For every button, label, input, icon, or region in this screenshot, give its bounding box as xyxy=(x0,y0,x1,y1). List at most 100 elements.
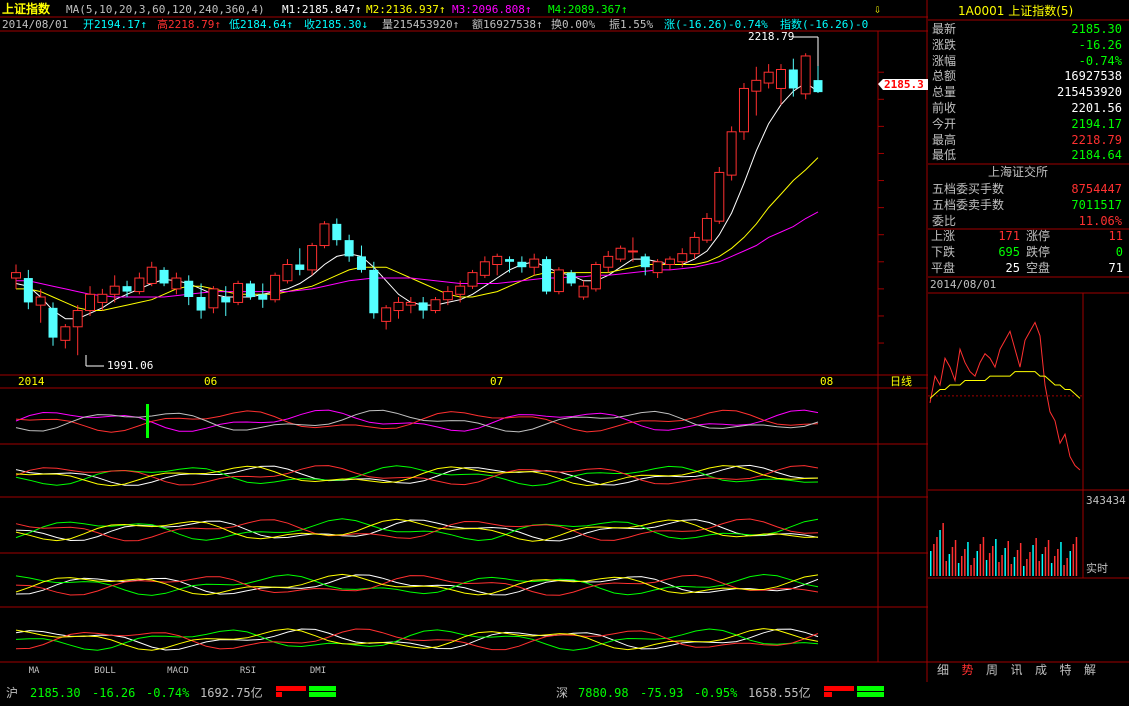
intraday-vol-label: 343434 xyxy=(1086,494,1126,507)
sh-amount: 1692.75亿 xyxy=(200,686,263,700)
intraday-vol-bar xyxy=(1007,541,1009,576)
intraday-vol-bar xyxy=(1035,538,1037,576)
intraday-vol-bar xyxy=(1038,561,1040,576)
side-tab[interactable]: 细 xyxy=(932,662,954,679)
quote-row: 最新 2185.30 xyxy=(930,21,1126,37)
candle xyxy=(800,53,811,100)
ma-params: MA(5,10,20,3,60,120,240,360,4) xyxy=(66,3,265,16)
sh-price: 2185.30 xyxy=(30,686,81,700)
quote-key: 最高 xyxy=(932,132,957,147)
quote-key: 总量 xyxy=(932,85,957,100)
intraday-vol-bar xyxy=(1023,566,1025,576)
intraday-vol-bar xyxy=(954,540,957,576)
quote-value: 2218.79 xyxy=(1071,132,1122,147)
chart-title: 上证指数 xyxy=(2,2,51,16)
quote-key: 总额 xyxy=(932,69,957,84)
tab-ma[interactable]: MA xyxy=(4,664,64,678)
quote-key: 涨跌 xyxy=(932,37,957,52)
intraday-vol-bar xyxy=(957,563,960,576)
candle xyxy=(270,272,281,303)
breadth-key: 上涨 xyxy=(931,229,956,243)
quote-row: 总量 215453920 xyxy=(930,84,1126,100)
order-key: 五档委卖手数 xyxy=(932,198,1005,212)
candle xyxy=(542,256,552,295)
candlestick-chart[interactable] xyxy=(0,0,928,682)
bar-amplitude: 振1.55% xyxy=(609,18,654,31)
intraday-vol-bar xyxy=(1016,550,1019,576)
intraday-vol-bar xyxy=(1019,543,1022,576)
ma2-value: M2:2136.937↑ xyxy=(366,3,446,16)
side-tab[interactable]: 周 xyxy=(981,662,1003,679)
intraday-realtime[interactable]: 实时 xyxy=(1086,562,1108,576)
intraday-vol-bar xyxy=(970,565,972,576)
intraday-vol-bar xyxy=(979,544,982,576)
intraday-vol-bar xyxy=(973,558,975,576)
pin-icon[interactable]: ⇩ xyxy=(874,2,881,16)
intraday-vol-bar xyxy=(985,560,988,576)
side-tab[interactable]: 特 xyxy=(1055,662,1077,679)
side-tab[interactable]: 成 xyxy=(1030,662,1052,679)
intraday-vol-bar xyxy=(933,544,935,576)
candle xyxy=(467,269,478,289)
quote-title: 1A0001 上证指数(5) xyxy=(958,4,1074,18)
intraday-vol-bar xyxy=(1069,551,1071,576)
quote-row: 今开 2194.17 xyxy=(930,116,1126,132)
candle xyxy=(319,221,330,249)
side-tab[interactable]: 势 xyxy=(957,662,979,679)
intraday-vol-bar xyxy=(948,554,951,576)
side-tab[interactable]: 讯 xyxy=(1006,662,1028,679)
period-label[interactable]: 日线 xyxy=(890,375,912,389)
quote-value: -0.74% xyxy=(1078,53,1122,68)
intraday-vol-bar xyxy=(939,530,941,576)
quote-value: 2184.64 xyxy=(1071,148,1122,163)
intraday-vol-bar xyxy=(988,553,991,576)
order-row: 五档委卖手数 7011517 xyxy=(930,197,1126,213)
intraday-date: 2014/08/01 xyxy=(930,278,997,291)
intraday-vol-bar xyxy=(1057,549,1059,576)
candle xyxy=(369,261,379,319)
candle xyxy=(245,280,255,300)
intraday-vol-bar xyxy=(1047,540,1050,576)
breadth-key: 涨停 xyxy=(1026,229,1051,243)
order-key: 五档委买手数 xyxy=(932,182,1005,196)
candle xyxy=(430,297,441,314)
sz-pct: -0.95% xyxy=(694,686,738,700)
quote-key: 今开 xyxy=(932,116,957,131)
side-tab[interactable]: 解 xyxy=(1079,662,1101,679)
tab-rsi[interactable]: RSI xyxy=(213,664,283,678)
breadth-value: 25 xyxy=(1005,261,1020,275)
tab-boll[interactable]: BOLL xyxy=(72,664,138,678)
sz-price: 7880.98 xyxy=(578,686,629,700)
breadth-key: 下跌 xyxy=(931,245,956,259)
candle xyxy=(714,167,725,224)
sh-breadth-bar xyxy=(276,686,336,697)
x-label-year: 2014 xyxy=(18,375,45,388)
intraday-vol-bar xyxy=(998,562,1000,576)
bar-close: 收2185.30↓ xyxy=(304,18,368,31)
order-value: 11.06% xyxy=(1078,214,1122,228)
intraday-vol-bar xyxy=(1041,554,1044,576)
intraday-vol-bar xyxy=(951,547,954,576)
breadth-value: 695 xyxy=(998,245,1020,259)
tab-dmi[interactable]: DMI xyxy=(283,664,353,678)
signal-bar xyxy=(146,404,149,438)
order-row: 委比 11.06% xyxy=(930,213,1126,229)
intraday-vol-bar xyxy=(1054,556,1056,576)
bar-open: 开2194.17↑ xyxy=(83,18,147,31)
intraday-vol-bar xyxy=(992,546,994,576)
breadth-value: 0 xyxy=(1115,245,1123,259)
breadth-key: 平盘 xyxy=(931,261,956,275)
breadth-value: 11 xyxy=(1108,229,1123,243)
order-row: 五档委买手数 8754447 xyxy=(930,181,1126,197)
intraday-avg-line xyxy=(929,371,1081,399)
intraday-vol-bar xyxy=(1032,545,1034,576)
quote-value: 2185.30 xyxy=(1071,22,1122,36)
order-value: 8754447 xyxy=(1071,182,1122,196)
bar-low: 低2184.64↑ xyxy=(229,18,293,31)
tab-macd[interactable]: MACD xyxy=(143,664,213,678)
ma3-value: M3:2096.808↑ xyxy=(452,3,532,16)
breadth-key: 跌停 xyxy=(1026,245,1051,259)
candle xyxy=(615,245,626,262)
quote-value: -16.26 xyxy=(1078,37,1122,52)
intraday-vol-bar xyxy=(1004,548,1006,576)
